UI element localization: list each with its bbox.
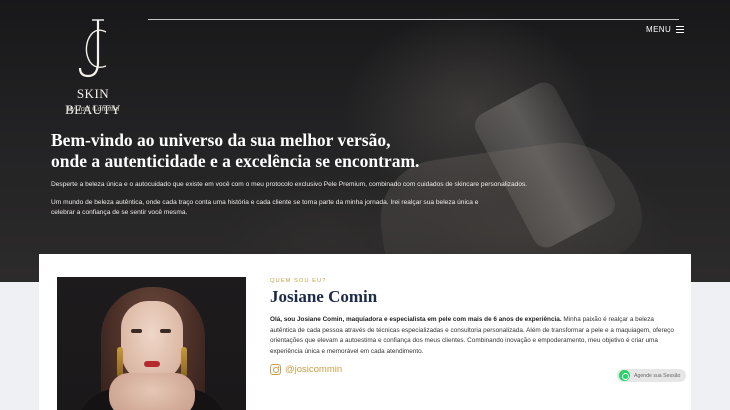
hero-section: SKIN BEAUTY By Josi Commin MENU Bem-vind… bbox=[0, 0, 730, 282]
portrait-hands bbox=[109, 373, 195, 410]
instagram-icon bbox=[270, 364, 281, 375]
whatsapp-schedule-button[interactable]: Agende sua Sessão bbox=[617, 369, 687, 382]
instagram-handle: @josicommin bbox=[285, 364, 343, 375]
about-card: QUEM SOU EU? Josiane Comin Olá, sou Josi… bbox=[39, 254, 691, 410]
hero-paragraph-1: Desperte a beleza única e o autocuidado … bbox=[51, 181, 528, 188]
portrait-lips bbox=[144, 361, 160, 367]
portrait-eye-left bbox=[131, 329, 142, 333]
instagram-link[interactable]: @josicommin bbox=[270, 364, 342, 375]
about-eyebrow: QUEM SOU EU? bbox=[270, 278, 327, 284]
hero-title-line-2: onde a autenticidade e a excelência se e… bbox=[51, 151, 420, 171]
hero-paragraph-2: Um mundo de beleza autêntica, onde cada … bbox=[51, 199, 479, 216]
whatsapp-label: Agende sua Sessão bbox=[634, 372, 681, 379]
header-divider bbox=[148, 19, 679, 20]
portrait-photo bbox=[57, 277, 246, 410]
brand-logo[interactable]: SKIN BEAUTY By Josi Commin bbox=[50, 18, 140, 117]
portrait-face bbox=[121, 301, 183, 383]
about-name: Josiane Comin bbox=[270, 287, 378, 306]
jc-monogram-icon bbox=[78, 19, 107, 78]
about-bio: Olá, sou Josiane Comin, maquiadora e esp… bbox=[270, 315, 675, 357]
whatsapp-icon bbox=[619, 370, 630, 381]
hero-title: Bem-vindo ao universo da sua melhor vers… bbox=[51, 130, 611, 172]
menu-button[interactable]: MENU bbox=[646, 25, 685, 34]
logo-byline: By Josi Commin bbox=[66, 104, 120, 113]
portrait-earring-left bbox=[117, 347, 123, 377]
portrait-earring-right bbox=[181, 347, 187, 377]
hamburger-icon bbox=[676, 26, 685, 34]
hero-title-line-1: Bem-vindo ao universo da sua melhor vers… bbox=[51, 130, 391, 150]
portrait-eye-right bbox=[160, 329, 171, 333]
about-bio-intro: Olá, sou Josiane Comin, maquiadora e esp… bbox=[270, 316, 562, 323]
menu-label: MENU bbox=[646, 25, 672, 34]
logo-brand-name: SKIN BEAUTY bbox=[65, 86, 121, 117]
